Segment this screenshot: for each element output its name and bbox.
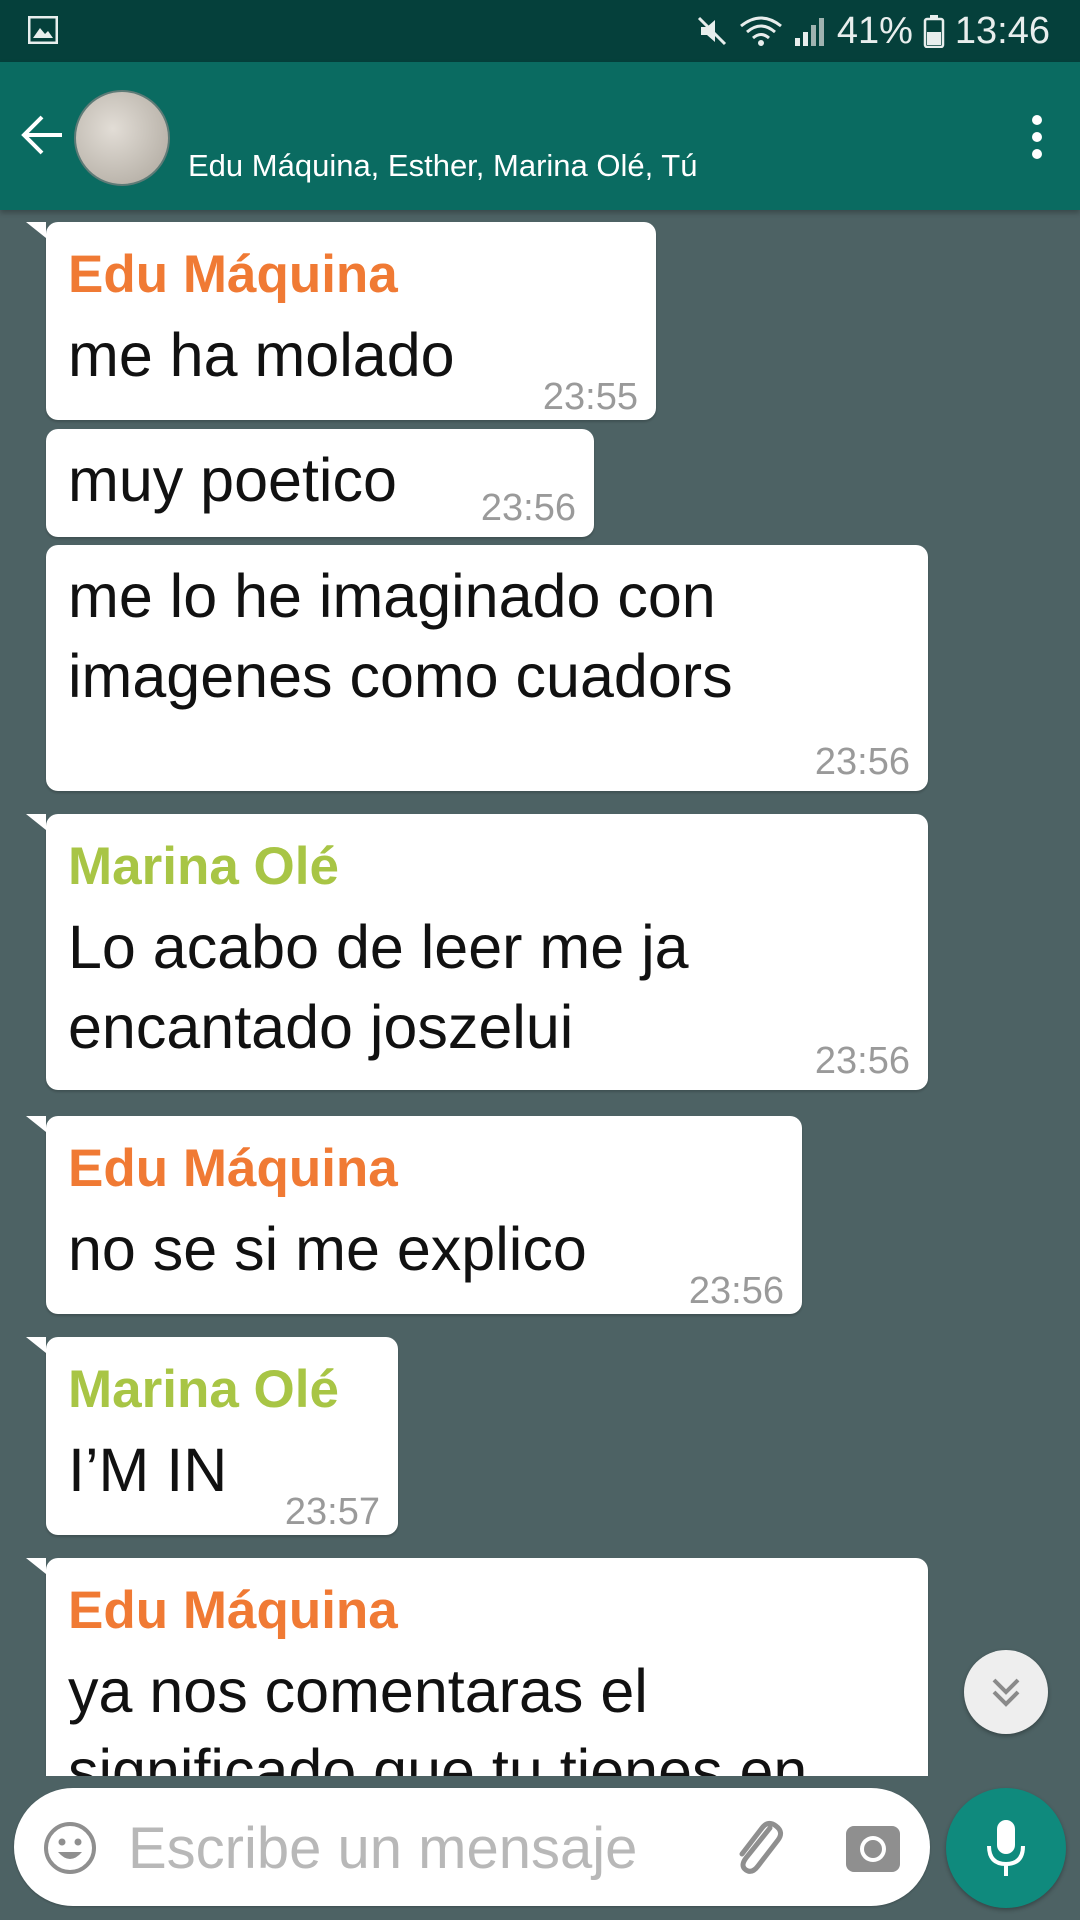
message-text: Lo acabo de leer me ja — [68, 913, 689, 981]
status-indicators: 41% 13:46 — [695, 8, 1050, 54]
double-chevron-down-icon — [992, 1678, 1020, 1707]
message-time: 23:56 — [814, 1040, 910, 1082]
more-vert-icon[interactable] — [1020, 112, 1054, 162]
signal-icon — [794, 18, 824, 46]
attach-icon[interactable] — [724, 1814, 790, 1880]
wifi-icon — [739, 16, 782, 46]
message-time: 23:55 — [542, 376, 638, 418]
message-bubble[interactable]: Edu Máquina me ha molado 23:55 — [26, 222, 656, 420]
message-text: I’M IN — [68, 1436, 228, 1504]
voice-message-button[interactable] — [946, 1788, 1066, 1908]
camera-icon[interactable] — [844, 1818, 902, 1876]
message-time: 23:57 — [284, 1491, 380, 1533]
message-text: encantado joszelui — [68, 993, 574, 1061]
message-bubble[interactable]: Edu Máquina ya nos comentaras el signifi… — [26, 1558, 928, 1776]
chat-header: Edu Máquina, Esther, Marina Olé, Tú — [0, 62, 1080, 210]
message-bubble[interactable]: Edu Máquina no se si me explico 23:56 — [26, 1116, 802, 1314]
message-text: no se si me explico — [68, 1215, 587, 1283]
message-input[interactable] — [126, 1806, 690, 1890]
sender-name: Edu Máquina — [68, 1139, 398, 1198]
message-text: muy poetico — [68, 446, 397, 514]
back-arrow-icon[interactable] — [18, 110, 68, 160]
message-time: 23:56 — [688, 1270, 784, 1312]
message-list[interactable]: Edu Máquina me ha molado 23:55 muy poeti… — [0, 210, 1080, 1776]
message-bubble[interactable]: me lo he imaginado con imagenes como cua… — [46, 545, 928, 791]
clock: 13:46 — [954, 9, 1050, 52]
scroll-to-bottom-button[interactable] — [964, 1650, 1048, 1734]
message-bubble[interactable]: muy poetico 23:56 — [46, 429, 594, 537]
gallery-icon — [28, 16, 58, 44]
message-text: me ha molado — [68, 321, 455, 389]
status-bar: 41% 13:46 — [0, 0, 1080, 62]
message-text: significado que tu tienes en — [68, 1737, 808, 1776]
message-text: imagenes como cuadors — [68, 642, 733, 710]
sender-name: Marina Olé — [68, 1360, 339, 1419]
message-bubble[interactable]: Marina Olé Lo acabo de leer me ja encant… — [26, 814, 928, 1090]
message-text: me lo he imaginado con — [68, 562, 716, 630]
sender-name: Edu Máquina — [68, 245, 398, 304]
sender-name: Marina Olé — [68, 837, 339, 896]
message-composer — [14, 1788, 930, 1906]
battery-percent: 41% — [836, 9, 913, 52]
emoji-icon[interactable] — [42, 1820, 98, 1876]
message-bubble[interactable]: Marina Olé I’M IN 23:57 — [26, 1337, 398, 1535]
mic-icon — [987, 1820, 1025, 1876]
mute-icon — [697, 16, 726, 46]
sender-name: Edu Máquina — [68, 1581, 398, 1640]
group-avatar[interactable] — [74, 90, 170, 186]
battery-icon — [923, 15, 945, 48]
message-text: ya nos comentaras el — [68, 1657, 648, 1725]
message-time: 23:56 — [814, 741, 910, 783]
participants-list[interactable]: Edu Máquina, Esther, Marina Olé, Tú — [188, 148, 697, 184]
message-time: 23:56 — [480, 487, 576, 529]
